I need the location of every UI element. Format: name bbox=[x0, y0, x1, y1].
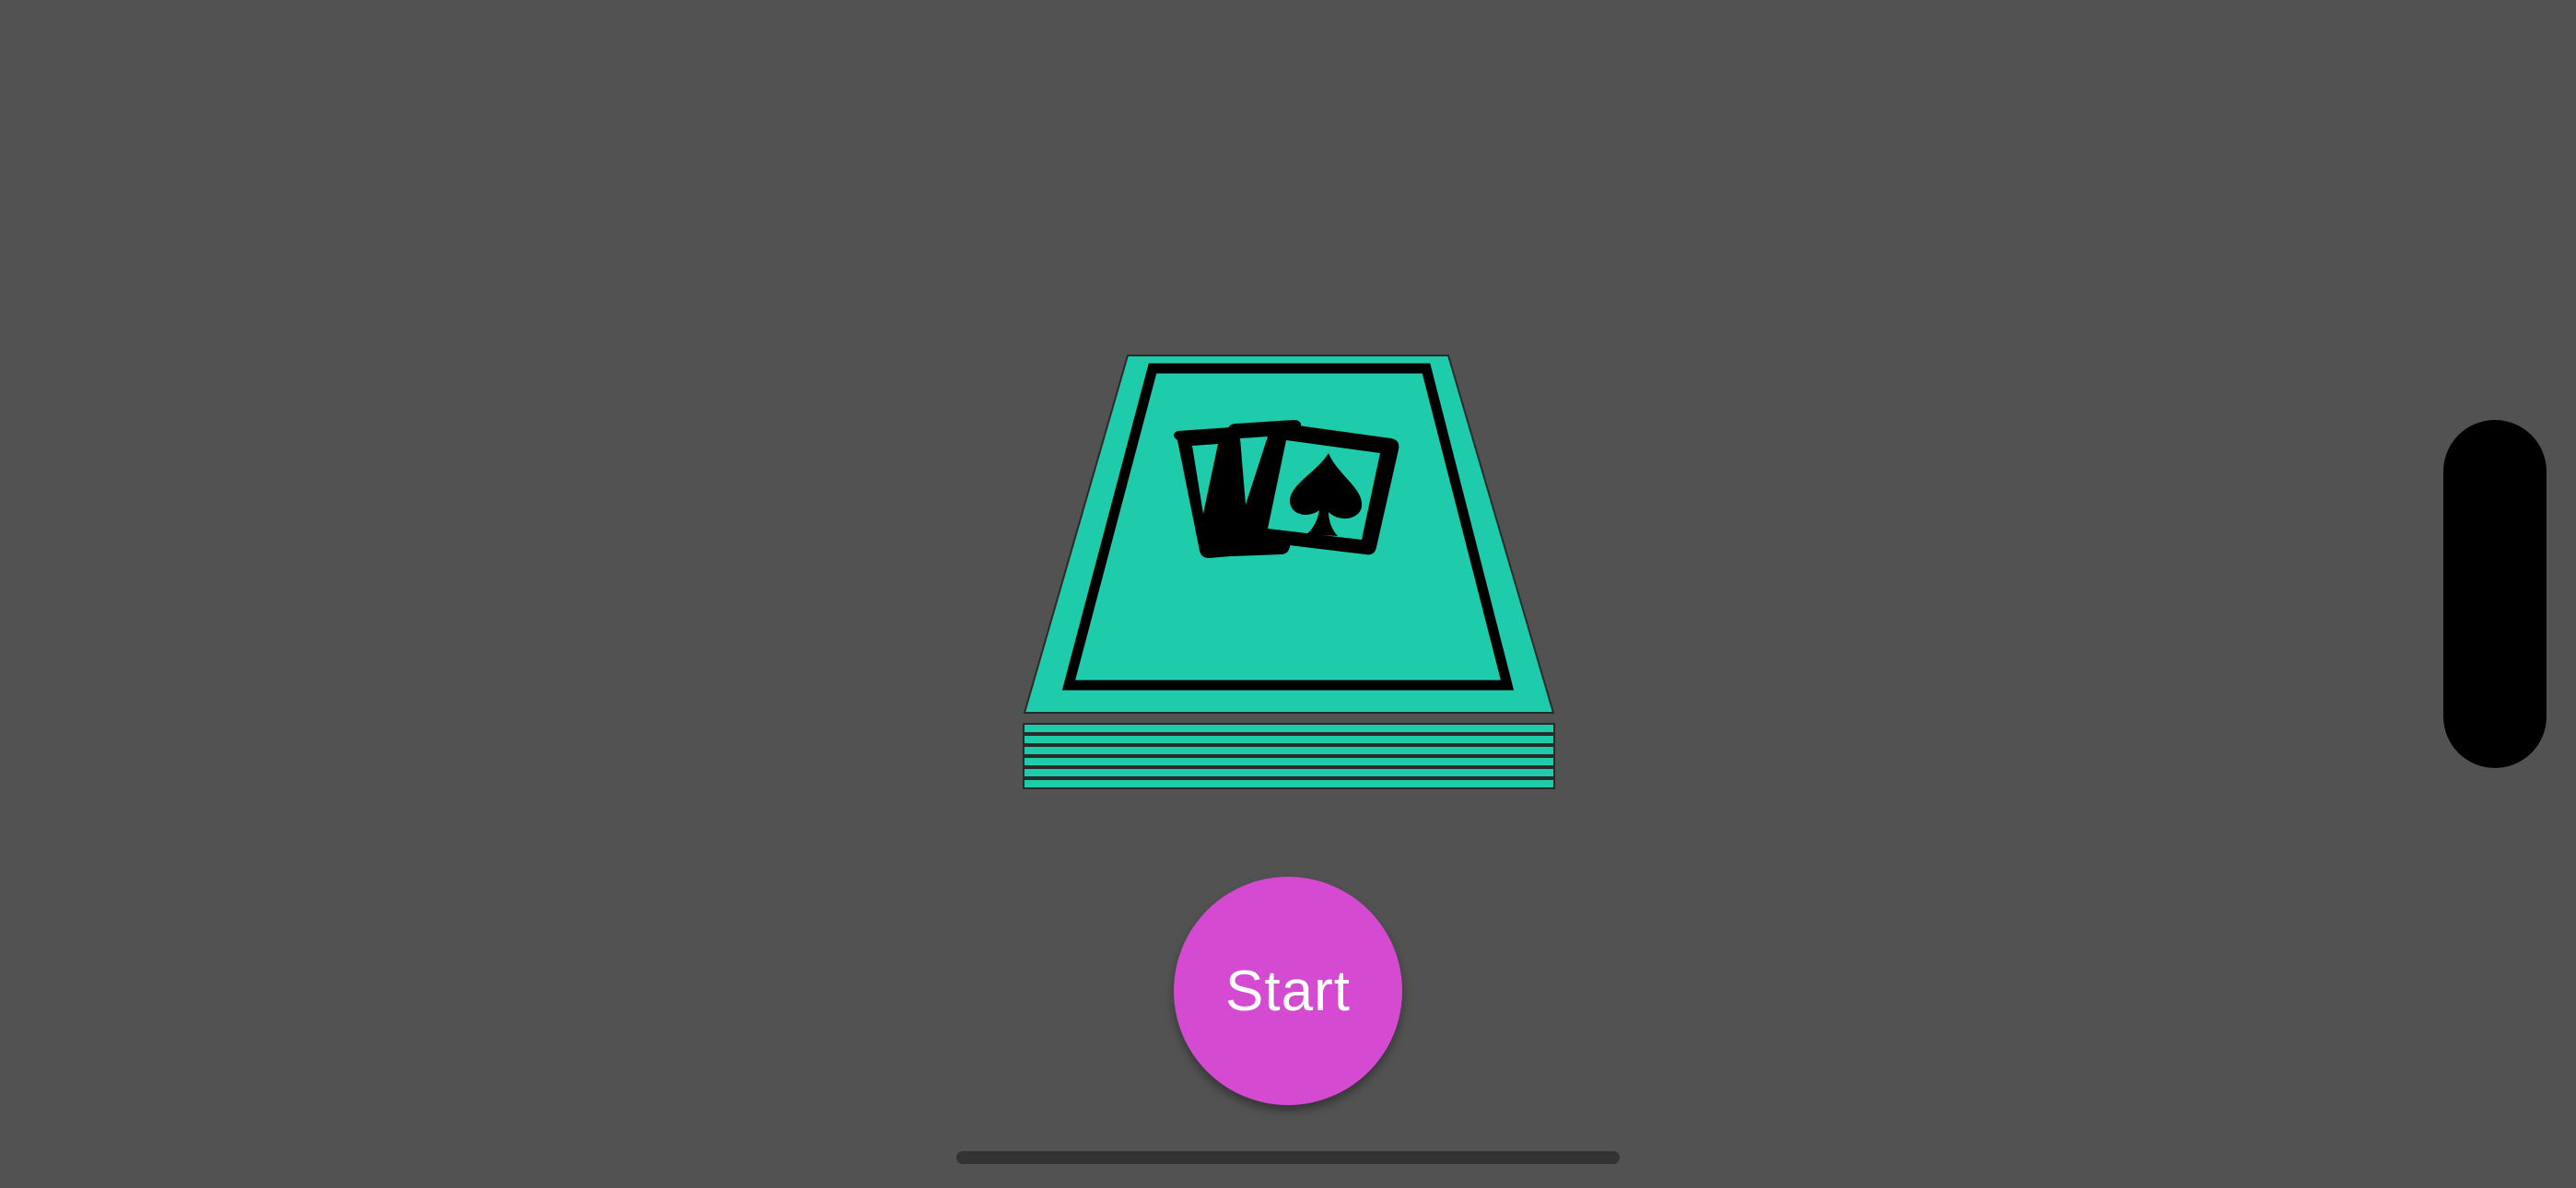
card-deck[interactable] bbox=[1013, 350, 1563, 792]
card-stack-edges bbox=[1023, 723, 1555, 789]
home-indicator[interactable] bbox=[956, 1151, 1620, 1164]
game-screen: Start bbox=[0, 0, 2576, 1188]
playing-cards-spade-icon bbox=[1174, 420, 1399, 558]
dynamic-island bbox=[2443, 420, 2547, 768]
card-deck-graphic bbox=[1023, 355, 1555, 789]
start-button[interactable]: Start bbox=[1174, 877, 1402, 1105]
